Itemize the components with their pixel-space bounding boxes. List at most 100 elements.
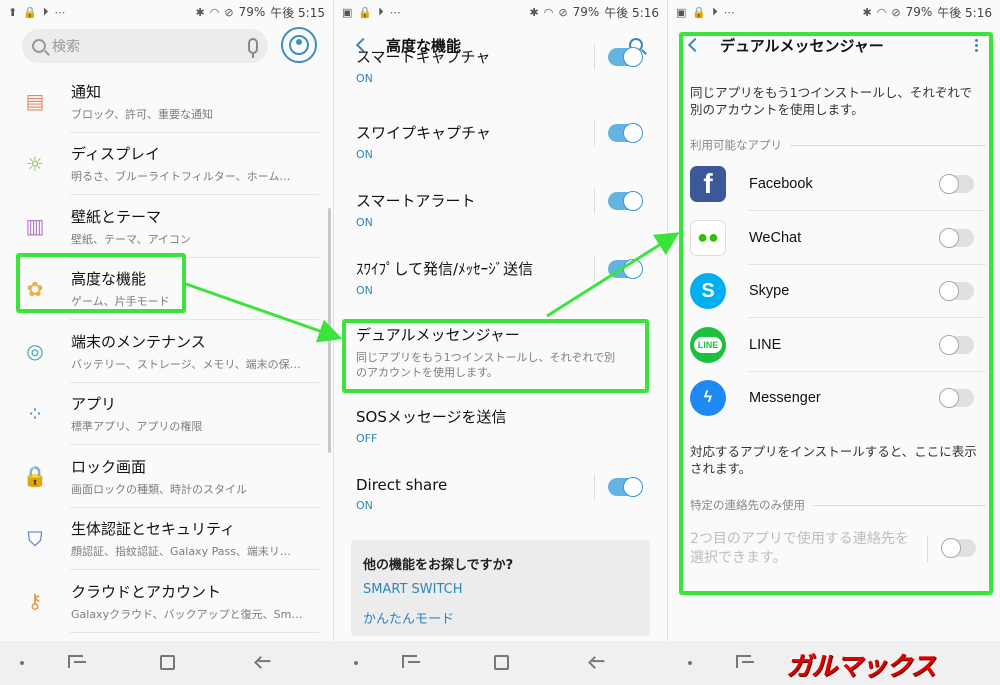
home-icon[interactable]	[494, 655, 509, 670]
lock-status-icon: 🔒	[358, 5, 373, 19]
signal-off-icon: ⊘	[224, 5, 234, 19]
feature-title: SOSメッセージを送信	[356, 408, 507, 426]
settings-item-title: 壁紙とテーマ	[71, 207, 162, 226]
feature-status: ON	[356, 216, 373, 229]
shield-icon: ⛉	[27, 526, 43, 551]
bluetooth-icon: ✱	[529, 5, 539, 19]
feature-status: OFF	[356, 432, 378, 445]
settings-item-title: ディスプレイ	[71, 145, 160, 164]
feature-item[interactable]: SOSメッセージを送信 OFF	[334, 406, 667, 445]
settings-search-bar[interactable]: 検索	[22, 29, 268, 63]
maintenance-icon: ◎	[26, 339, 44, 364]
easy-mode-link[interactable]: かんたんモード	[363, 608, 454, 627]
paintbrush-icon: ▥	[25, 214, 45, 239]
feature-status: ON	[356, 72, 373, 85]
settings-item-title: ロック画面	[71, 457, 147, 476]
bluetooth-icon: ✱	[862, 5, 872, 19]
search-input[interactable]: 検索	[52, 36, 248, 56]
microphone-icon[interactable]	[248, 38, 258, 58]
lock-status-icon: 🔒	[692, 5, 707, 19]
wifi-icon: ◠	[876, 5, 887, 19]
feature-status: ON	[356, 499, 373, 512]
apps-grid-icon: ⁘	[26, 401, 44, 426]
settings-item[interactable]: ▥ 壁紙とテーマ 壁紙、テーマ、アイコン	[0, 195, 333, 258]
settings-panel: ⬆ 🔒 ⏵ ⋯ ✱ ◠ ⊘ 79% 午後 5:15 検索 ▤ 通知ブロック、許可、…	[0, 0, 333, 685]
clock: 午後 5:15	[270, 5, 325, 20]
nav-dot-icon	[20, 661, 24, 665]
feature-item[interactable]: スマートキャプチャ ON	[334, 44, 667, 85]
status-bar: ▣ 🔒 ⏵ ⋯ ✱ ◠ ⊘ 79% 午後 5:16	[668, 0, 1000, 24]
settings-item-subtitle: 画面ロックの種類、時計のスタイル	[71, 482, 247, 496]
settings-item-subtitle: 顔認証、指紋認証、Galaxy Pass、端末リ…	[71, 545, 291, 559]
nav-dot-icon	[354, 661, 358, 665]
notification-status-icon: ⬆	[8, 5, 18, 19]
app-status-icon: ⏵	[712, 5, 718, 18]
account-button[interactable]	[281, 27, 317, 63]
feature-toggle[interactable]	[608, 259, 643, 279]
recent-apps-icon[interactable]	[68, 655, 86, 668]
feature-item[interactable]: ｽﾜｲﾌﾟして発信/ﾒｯｾｰｼﾞ送信 ON	[334, 256, 667, 297]
wifi-icon: ◠	[209, 5, 220, 19]
settings-item-title: 端末のメンテナンス	[71, 332, 206, 351]
settings-item[interactable]: ☼ ディスプレイ 明るさ、ブルーライトフィルター、ホーム…	[0, 133, 333, 195]
battery-level: 79%	[238, 5, 266, 19]
feature-toggle[interactable]	[608, 123, 643, 143]
home-icon[interactable]	[160, 655, 175, 670]
more-status-icon: ⋯	[389, 5, 401, 19]
clock: 午後 5:16	[937, 5, 992, 20]
toggle-divider	[594, 120, 595, 146]
signal-off-icon: ⊘	[558, 5, 568, 19]
feature-toggle[interactable]	[608, 47, 643, 67]
nav-dot-icon	[688, 661, 692, 665]
feature-toggle[interactable]	[608, 191, 643, 211]
settings-item[interactable]: ⛉ 生体認証とセキュリティ顔認証、指紋認証、Galaxy Pass、端末リ…	[0, 508, 333, 570]
lock-status-icon: 🔒	[23, 5, 37, 19]
settings-item[interactable]: ⚷ クラウドとアカウント Galaxyクラウド、バックアップと復元、Sm…	[0, 570, 333, 633]
notification-icon: ▤	[25, 89, 45, 114]
suggestion-card: 他の機能をお探しですか? SMART SWITCH かんたんモード	[351, 540, 650, 636]
feature-toggle[interactable]	[608, 477, 643, 497]
status-bar: ⬆ 🔒 ⏵ ⋯ ✱ ◠ ⊘ 79% 午後 5:15	[0, 0, 333, 24]
settings-item-title: クラウドとアカウント	[71, 582, 222, 601]
settings-item-subtitle: 標準アプリ、アプリの権限	[71, 420, 203, 434]
app-status-icon: ⏵	[378, 5, 384, 18]
feature-item[interactable]: Direct share ON	[334, 474, 667, 512]
battery-level: 79%	[572, 5, 600, 19]
image-status-icon: ▣	[342, 5, 353, 19]
settings-item-title: 生体認証とセキュリティ	[71, 520, 236, 539]
feature-item[interactable]: スマートアラート ON	[334, 188, 667, 229]
suggestion-question: 他の機能をお探しですか?	[363, 558, 514, 573]
settings-item[interactable]: ⁘ アプリ標準アプリ、アプリの権限	[0, 383, 333, 445]
more-status-icon: ⋯	[54, 5, 66, 19]
settings-item-title: 通知	[71, 82, 102, 101]
lock-icon: 🔒	[22, 464, 48, 489]
toggle-divider	[594, 474, 595, 500]
clock: 午後 5:16	[604, 5, 659, 20]
settings-item[interactable]: ▤ 通知ブロック、許可、重要な通知	[0, 70, 333, 133]
settings-item-subtitle: Galaxyクラウド、バックアップと復元、Sm…	[71, 607, 303, 621]
recent-apps-icon[interactable]	[402, 655, 420, 668]
more-status-icon: ⋯	[723, 5, 735, 19]
highlight-box-dual-panel	[679, 32, 993, 595]
toggle-divider	[594, 44, 595, 70]
toggle-divider	[594, 256, 595, 282]
settings-item[interactable]: ◎ 端末のメンテナンスバッテリー、ストレージ、メモリ、端末の保…	[0, 320, 333, 383]
app-status-icon: ⏵	[42, 5, 49, 18]
settings-item-subtitle: バッテリー、ストレージ、メモリ、端末の保…	[71, 357, 301, 371]
scrollbar[interactable]	[328, 208, 331, 453]
key-icon: ⚷	[27, 589, 43, 614]
feature-status: ON	[356, 284, 373, 297]
settings-item-title: アプリ	[71, 395, 117, 414]
settings-item-subtitle: ブロック、許可、重要な通知	[71, 107, 214, 121]
battery-level: 79%	[905, 5, 933, 19]
feature-item[interactable]: スワイプキャプチャ ON	[334, 120, 667, 161]
recent-apps-icon[interactable]	[736, 655, 754, 668]
smart-switch-link[interactable]: SMART SWITCH	[363, 582, 463, 597]
settings-item[interactable]: 🔒 ロック画面画面ロックの種類、時計のスタイル	[0, 445, 333, 508]
account-icon	[289, 35, 309, 55]
wifi-icon: ◠	[543, 5, 554, 19]
highlight-box-dual-messenger	[342, 319, 649, 393]
status-bar: ▣ 🔒 ⏵ ⋯ ✱ ◠ ⊘ 79% 午後 5:16	[334, 0, 667, 24]
toggle-divider	[594, 188, 595, 214]
feature-status: ON	[356, 148, 373, 161]
